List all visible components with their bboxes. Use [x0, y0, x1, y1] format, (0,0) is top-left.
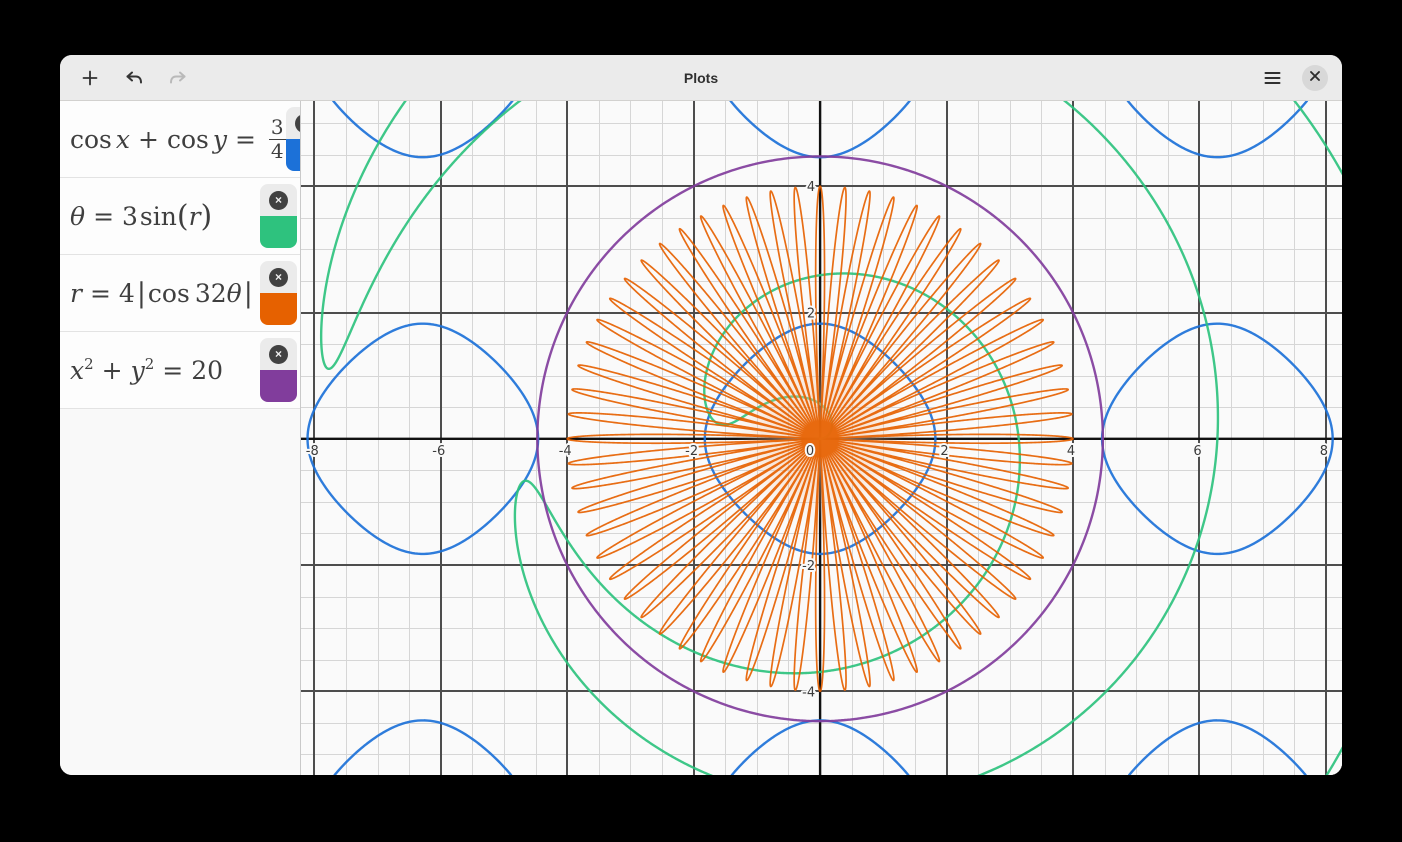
equation-row: cosx+cosy=34× [60, 101, 300, 178]
equation-delete-button[interactable]: × [260, 184, 297, 216]
equation-controls: × [260, 261, 297, 325]
equation-token: r [70, 279, 82, 308]
close-icon [1309, 70, 1321, 85]
plot-canvas[interactable] [301, 101, 1342, 775]
window-title: Plots [60, 70, 1342, 86]
equation-sidebar: cosx+cosy=34×θ=3sin(r)×r=4|cos32θ|×x2+y2… [60, 101, 300, 775]
equation-token: 20 [191, 356, 223, 385]
menu-icon [1264, 71, 1281, 85]
equation-controls: × [260, 338, 297, 402]
equation-token: θ [70, 202, 85, 231]
equation-formula[interactable]: x2 + y2= 20 [60, 356, 260, 385]
equation-color-swatch[interactable] [260, 293, 297, 325]
equation-row: r=4|cos32θ|× [60, 255, 300, 332]
equation-token: + [138, 125, 159, 154]
close-icon: × [269, 345, 288, 364]
equation-delete-button[interactable]: × [260, 338, 297, 370]
equation-controls: × [260, 184, 297, 248]
redo-icon [169, 70, 187, 86]
menu-button[interactable] [1258, 64, 1286, 92]
equation-token: x2 [70, 356, 94, 385]
equation-delete-button[interactable]: × [260, 261, 297, 293]
redo-button[interactable] [164, 64, 192, 92]
equation-token: 34 [269, 116, 286, 162]
undo-icon [125, 70, 143, 86]
equation-token: cos [167, 125, 209, 154]
close-icon: × [269, 191, 288, 210]
equation-token: cos [70, 125, 112, 154]
equation-token: = [93, 202, 114, 231]
equation-row: x2 + y2= 20 × [60, 332, 300, 409]
equation-color-swatch[interactable] [260, 370, 297, 402]
equation-token: = [162, 356, 183, 385]
headerbar: Plots [60, 55, 1342, 101]
equation-token: | [244, 278, 253, 309]
equation-token: 32 [195, 279, 227, 308]
equation-token: x [116, 125, 130, 154]
equation-token: θ [227, 279, 242, 308]
equation-token: + [102, 356, 123, 385]
equation-token: sin [140, 202, 177, 231]
equation-token: y2 [131, 356, 155, 385]
equation-color-swatch[interactable] [260, 216, 297, 248]
add-icon [82, 70, 98, 86]
equation-formula[interactable]: r=4|cos32θ| [60, 278, 260, 309]
equation-token: | [137, 278, 146, 309]
close-button[interactable] [1302, 65, 1328, 91]
equation-token: ) [201, 199, 213, 234]
plot-area [300, 101, 1342, 775]
add-equation-button[interactable] [76, 64, 104, 92]
undo-button[interactable] [120, 64, 148, 92]
equation-token: 4 [119, 279, 135, 308]
equation-formula[interactable]: θ = 3sin(r) [60, 199, 260, 234]
equation-token: 3 [122, 202, 138, 231]
equation-token: r [189, 202, 201, 231]
close-icon: × [269, 268, 288, 287]
equation-token: ( [177, 199, 189, 234]
equation-formula[interactable]: cosx+cosy=34 [60, 116, 286, 162]
equation-row: θ = 3sin(r) × [60, 178, 300, 255]
equation-token: = [90, 279, 111, 308]
equation-token: y [213, 125, 227, 154]
equation-token: = [235, 125, 256, 154]
equation-token: cos [148, 279, 190, 308]
plots-window: Plots cosx+cosy=34×θ=3sin(r)×r=4|cos32θ|… [60, 55, 1342, 775]
